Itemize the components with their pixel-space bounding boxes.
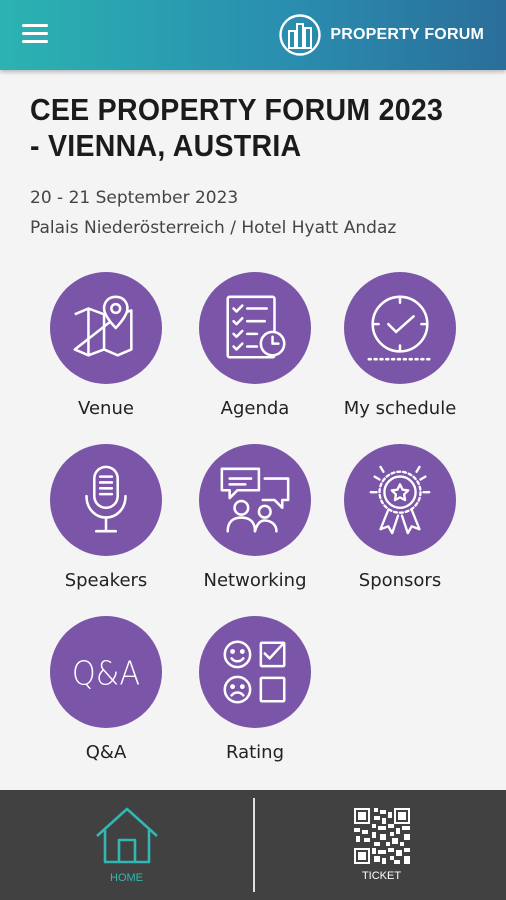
checklist-clock-icon: [226, 295, 286, 359]
home-icon: [95, 807, 158, 864]
tile-sponsors[interactable]: Sponsors: [330, 444, 470, 591]
tile-speakers[interactable]: Speakers: [36, 444, 176, 591]
microphone-icon: [85, 465, 127, 533]
qa-text-icon: Q&A: [72, 654, 140, 693]
brand-name: PROPERTY FORUM: [330, 26, 484, 43]
tile-label: Venue: [78, 398, 134, 419]
tile-label: My schedule: [343, 398, 457, 419]
tile-label: Rating: [225, 742, 285, 763]
map-pin-icon: [73, 295, 133, 357]
rating-faces-icon: [223, 640, 286, 704]
tile-venue[interactable]: Venue: [36, 272, 176, 419]
tile-label: Speakers: [64, 570, 148, 591]
tile-my-schedule[interactable]: My schedule: [330, 272, 470, 419]
event-venue: Palais Niederösterreich / Hotel Hyatt An…: [30, 218, 397, 238]
tile-agenda[interactable]: Agenda: [185, 272, 325, 419]
chat-people-icon: [220, 467, 290, 533]
nav-home-label: HOME: [110, 872, 143, 884]
bottom-navigation: HOME TICKET: [0, 790, 506, 900]
building-logo-icon: [279, 14, 322, 56]
tile-rating[interactable]: Rating: [185, 616, 325, 763]
title-line-1: CEE PROPERTY FORUM 2023: [30, 92, 444, 127]
tile-networking[interactable]: Networking: [185, 444, 325, 591]
qr-code-icon: [353, 808, 410, 864]
tile-label: Sponsors: [358, 570, 442, 591]
tile-label: Q&A: [85, 742, 127, 763]
nav-ticket-label: TICKET: [361, 870, 402, 882]
clock-icon: [367, 295, 433, 361]
tile-label: Agenda: [220, 398, 290, 419]
nav-ticket[interactable]: TICKET: [255, 790, 506, 900]
page-title: CEE PROPERTY FORUM 2023 - VIENNA, AUSTRI…: [30, 92, 444, 164]
tile-qa[interactable]: Q&A Q&A: [36, 616, 176, 763]
app-header: PROPERTY FORUM: [0, 0, 506, 70]
tile-label: Networking: [203, 570, 307, 591]
award-badge-icon: [369, 465, 431, 535]
hamburger-menu-icon[interactable]: [22, 24, 48, 46]
nav-home[interactable]: HOME: [0, 790, 253, 900]
svg-text:Q&A: Q&A: [72, 654, 140, 693]
title-line-2: - VIENNA, AUSTRIA: [30, 128, 302, 163]
brand-logo: PROPERTY FORUM: [278, 12, 484, 58]
event-dates: 20 - 21 September 2023: [30, 188, 239, 208]
